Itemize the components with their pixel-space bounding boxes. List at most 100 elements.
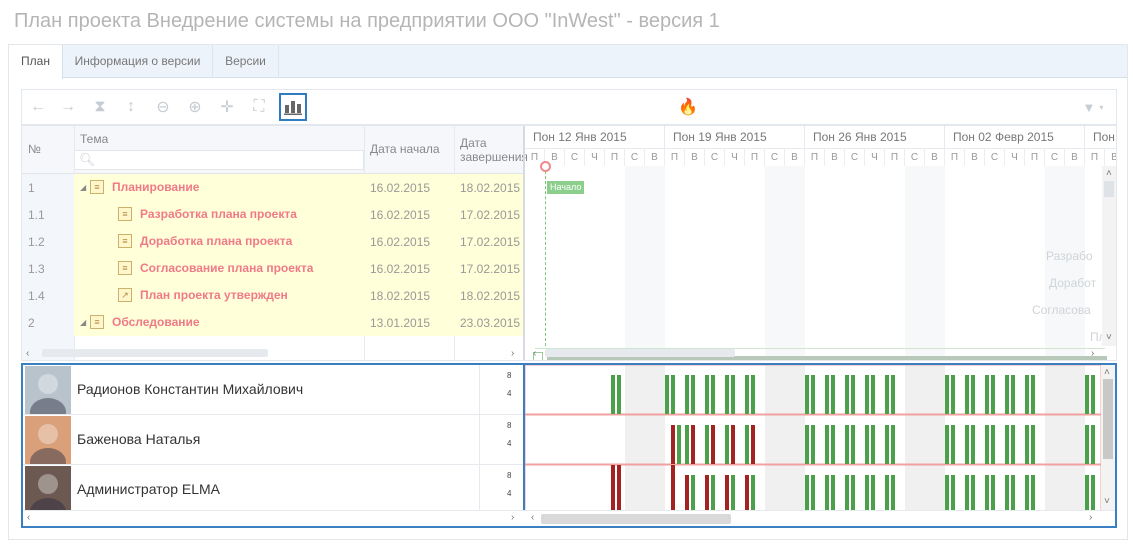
resource-left-scroll-right[interactable]: › [511,512,514,523]
task-start-date: 16.02.2015 [370,208,431,222]
task-start-date: 16.02.2015 [370,235,431,249]
fire-icon[interactable]: 🔥 [676,95,700,119]
load-bar [825,475,829,510]
resource-chart-icon[interactable] [279,93,307,121]
day-header: П [945,148,965,166]
task-row[interactable]: 1.4 ↗ План проекта утвержден 18.02.2015 18.0… [22,282,523,309]
hourglass-icon[interactable]: ⧗ [88,95,112,119]
task-row[interactable]: 2 ◢ ≡ Обследование 13.01.2015 23.03.2015 [22,309,523,336]
task-icon: ≡ [118,234,132,248]
collapse-icon[interactable]: ◢ [80,318,86,327]
timeline-scroll-right[interactable]: › [1091,348,1094,359]
task-start-date: 16.02.2015 [370,262,431,276]
day-header: Ч [585,148,605,166]
task-name[interactable]: План проекта утвержден [140,288,288,302]
load-bar [991,375,995,414]
task-row[interactable]: 1 ◢ ≡ Планирование 16.02.2015 18.02.2015 [22,174,523,201]
avatar [25,416,71,476]
column-end-date[interactable]: Дата завершения [460,136,528,164]
load-bar [965,475,969,510]
load-bar [951,375,955,414]
column-start-date[interactable]: Дата начала [370,142,440,156]
column-number[interactable]: № [28,142,41,156]
day-header: П [805,148,825,166]
move-icon[interactable]: ✛ [215,95,239,119]
vscroll-thumb[interactable] [1104,181,1114,197]
resource-scroll-left[interactable]: ‹ [531,512,534,523]
day-header: Ч [865,148,885,166]
tab-versions[interactable]: Версии [213,45,279,78]
tab-version-info[interactable]: Информация о версии [63,45,213,78]
resource-scroll-right[interactable]: › [1089,512,1092,523]
load-bar [991,425,995,464]
scroll-left-arrow[interactable]: ‹ [26,348,29,359]
resource-scroll-down[interactable]: ˅ [1104,496,1110,507]
load-bar [851,425,855,464]
load-bar [831,425,835,464]
tab-plan[interactable]: План [9,45,63,79]
week-header: Пон 12 Янв 2015 [525,126,665,148]
load-bar [871,475,875,510]
load-bar [725,375,729,414]
task-end-date: 18.02.2015 [460,181,521,195]
scroll-up-arrow[interactable]: ˄ [1106,168,1112,179]
day-header: П [605,148,625,166]
task-row[interactable]: 1.3 ≡ Согласование плана проекта 16.02.2015… [22,255,523,282]
load-bar [685,375,689,414]
start-marker: Начало [547,181,585,194]
load-bar [871,425,875,464]
load-bar [677,425,681,464]
load-bar [1085,375,1089,414]
resource-row[interactable]: Радионов Константин Михайлович 8 4 [23,365,523,426]
topic-search-input[interactable]: 🔍︎ [74,150,364,170]
timeline-scroll-left[interactable]: ‹ [533,348,536,359]
day-header: П [885,148,905,166]
scroll-right-arrow[interactable]: › [511,348,514,359]
weekend-band [765,465,805,510]
timeline-hscroll-thumb[interactable] [545,349,735,357]
task-name[interactable]: Обследование [112,315,200,329]
zoom-in-icon[interactable]: ⊕ [183,95,207,119]
filter-icon[interactable]: ▼ ▾ [1076,95,1110,119]
resource-vscroll-thumb[interactable] [1103,379,1113,459]
task-row[interactable]: 1.2 ≡ Доработка плана проекта 16.02.2015 17.… [22,228,523,255]
load-bar [885,425,889,464]
resource-scroll-up[interactable]: ˄ [1104,367,1110,378]
zoom-out-icon[interactable]: ⊖ [151,95,175,119]
page-title: План проекта Внедрение системы на предпр… [14,10,720,32]
collapse-icon[interactable]: ◢ [80,183,86,192]
load-bar [1025,425,1029,464]
load-bar [1031,425,1035,464]
task-name[interactable]: Доработка плана проекта [140,234,292,248]
load-bar [865,425,869,464]
scroll-down-arrow[interactable]: ˅ [1106,332,1112,343]
day-header: П [1025,148,1045,166]
task-name[interactable]: Согласование плана проекта [140,261,313,275]
task-row[interactable]: 1.1 ≡ Разработка плана проекта 16.02.2015 17… [22,201,523,228]
load-bar [617,465,621,510]
resource-row[interactable]: Администратор ELMA 8 4 [23,465,523,526]
resource-row[interactable]: Баженова Наталья 8 4 [23,415,523,476]
load-bar [951,425,955,464]
task-name[interactable]: Планирование [112,180,199,194]
load-bar [811,375,815,414]
day-header: В [1065,148,1085,166]
weekend-band [765,365,805,414]
task-name[interactable]: Разработка плана проекта [140,207,297,221]
load-bar [1031,475,1035,510]
fit-icon[interactable]: ⛶ [247,95,271,119]
expand-vertical-icon[interactable]: ↕ [119,95,143,119]
task-number: 2 [28,316,35,330]
load-bar [985,425,989,464]
resource-left-scroll-left[interactable]: ‹ [27,512,30,523]
resource-hscroll-thumb[interactable] [541,514,731,524]
load-bar [611,465,615,510]
grid-hscroll-thumb[interactable] [42,349,268,357]
arrow-left-icon[interactable]: ← [26,95,50,119]
load-bar [971,425,975,464]
arrow-right-icon[interactable]: → [56,95,80,119]
column-topic[interactable]: Тема [80,132,108,146]
load-bar [811,425,815,464]
load-bar [671,375,675,414]
load-bar [1091,375,1095,414]
